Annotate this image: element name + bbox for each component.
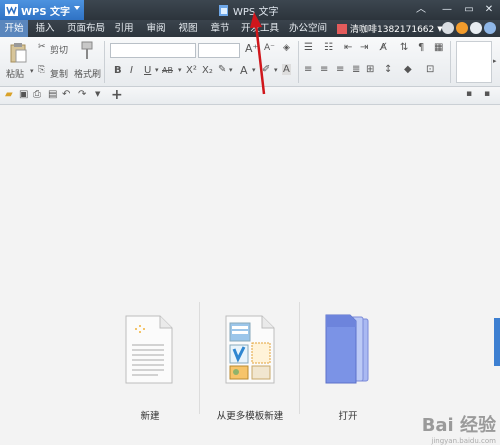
close-button[interactable]: ✕ bbox=[482, 3, 496, 17]
tab-page-layout[interactable]: 页面布局 bbox=[64, 20, 108, 37]
tab-start[interactable]: 开始 bbox=[0, 20, 28, 37]
underline-icon[interactable]: U bbox=[144, 65, 151, 76]
grow-font-icon[interactable]: A⁺ bbox=[245, 42, 258, 55]
format-painter-button[interactable]: 格式刷 bbox=[74, 67, 101, 80]
align-left-icon[interactable]: ≡ bbox=[304, 64, 312, 75]
style-gallery[interactable] bbox=[456, 41, 492, 83]
tab-references[interactable]: 引用 bbox=[110, 20, 138, 37]
table-border-icon[interactable]: ⊡ bbox=[426, 64, 434, 75]
template-label[interactable]: 从更多模板新建 bbox=[203, 408, 297, 422]
collapse-ribbon-icon[interactable]: ︿ bbox=[414, 3, 428, 17]
chinese-layout-icon[interactable]: A̸ bbox=[380, 42, 387, 53]
window-title: WPS 文字 bbox=[218, 0, 278, 20]
line-spacing-icon[interactable]: ↕ bbox=[384, 64, 392, 75]
bold-icon[interactable]: B bbox=[114, 65, 122, 76]
paste-icon[interactable] bbox=[10, 42, 28, 64]
open-folder-icon[interactable]: ▰ bbox=[5, 89, 13, 100]
increase-indent-icon[interactable]: ⇥ bbox=[360, 42, 368, 53]
app-menu-button[interactable]: WPS 文字 bbox=[0, 0, 84, 20]
minimize-button[interactable]: — bbox=[440, 3, 454, 17]
print-icon[interactable]: ⎙ bbox=[33, 89, 41, 100]
chevron-down-icon[interactable]: ▼ bbox=[95, 90, 100, 98]
decrease-indent-icon[interactable]: ⇤ bbox=[344, 42, 352, 53]
print-preview-icon[interactable]: ▤ bbox=[48, 89, 57, 100]
save-icon[interactable]: ▣ bbox=[19, 89, 28, 100]
chevron-down-icon[interactable]: ▾ bbox=[252, 66, 256, 74]
font-size-select[interactable] bbox=[198, 43, 240, 58]
avatar bbox=[337, 23, 347, 34]
italic-icon[interactable]: I bbox=[130, 65, 133, 76]
char-border-icon[interactable]: A bbox=[282, 64, 291, 75]
justify-icon[interactable]: ≣ bbox=[352, 64, 360, 75]
tab-section[interactable]: 章节 bbox=[206, 20, 234, 37]
bullet-list-icon[interactable]: ☰ bbox=[304, 42, 313, 53]
chevron-down-icon[interactable]: ▾ bbox=[155, 66, 159, 74]
redo-icon[interactable]: ↷ bbox=[78, 89, 86, 100]
borders-icon[interactable]: ▦ bbox=[434, 42, 443, 53]
subscript-icon[interactable]: X₂ bbox=[202, 65, 213, 76]
open-label[interactable]: 打开 bbox=[328, 408, 368, 422]
add-tab-icon[interactable]: + bbox=[111, 87, 123, 103]
superscript-icon[interactable]: X² bbox=[186, 65, 197, 76]
quick-access-toolbar: ▰ ▣ ⎙ ▤ ↶ ↷ ▼ + ▪ ▪ bbox=[0, 87, 500, 105]
font-color-icon[interactable]: A bbox=[240, 64, 248, 77]
distributed-icon[interactable]: ⊞ bbox=[366, 64, 374, 75]
close-tab-icon[interactable]: ▪ bbox=[484, 89, 490, 99]
tab-developer[interactable]: 开发工具 bbox=[238, 20, 282, 37]
template-document-icon[interactable] bbox=[224, 315, 276, 385]
numbered-list-icon[interactable]: ☷ bbox=[324, 42, 333, 53]
strikethrough-icon[interactable]: AB bbox=[162, 66, 173, 75]
undo-icon[interactable]: ↶ bbox=[62, 89, 70, 100]
clear-format-icon[interactable]: ◈ bbox=[283, 43, 290, 53]
list-tabs-icon[interactable]: ▪ bbox=[466, 89, 472, 99]
watermark-text: Bai 经验 bbox=[421, 415, 496, 436]
copy-icon[interactable]: ⎘ bbox=[38, 65, 45, 75]
format-painter-icon[interactable] bbox=[80, 41, 94, 61]
start-page bbox=[0, 105, 500, 445]
chevron-down-icon bbox=[74, 6, 80, 10]
window-title-text: WPS 文字 bbox=[233, 6, 279, 18]
sort-icon[interactable]: ⇅ bbox=[400, 42, 408, 53]
cut-button[interactable]: 剪切 bbox=[50, 43, 68, 56]
chevron-down-icon[interactable]: ▾ bbox=[30, 67, 34, 75]
app-name: WPS 文字 bbox=[21, 6, 71, 18]
cut-icon[interactable]: ✂ bbox=[38, 42, 46, 52]
tab-office-space[interactable]: 办公空间 bbox=[286, 20, 330, 37]
chevron-down-icon[interactable]: ▾ bbox=[229, 66, 233, 74]
watermark-url: jingyan.baidu.com bbox=[431, 437, 496, 445]
show-marks-icon[interactable]: ¶ bbox=[418, 42, 424, 53]
chevron-down-icon[interactable]: ▾ bbox=[274, 66, 278, 74]
maximize-button[interactable]: ▭ bbox=[462, 3, 476, 17]
paste-button[interactable]: 粘贴 bbox=[6, 67, 24, 80]
scrollbar-thumb[interactable] bbox=[494, 318, 500, 366]
new-document-icon[interactable] bbox=[124, 315, 174, 385]
tab-view[interactable]: 视图 bbox=[174, 20, 202, 37]
chevron-down-icon[interactable]: ▾ bbox=[178, 66, 182, 74]
user-account[interactable]: 清咖啡1382171662 ▼ bbox=[337, 20, 443, 37]
align-center-icon[interactable]: ≡ bbox=[320, 64, 328, 75]
open-folder-icon[interactable] bbox=[324, 313, 374, 385]
shrink-font-icon[interactable]: A⁻ bbox=[264, 43, 275, 53]
shading-icon[interactable]: ◆ bbox=[404, 64, 412, 75]
document-icon bbox=[219, 4, 228, 16]
settings-icon[interactable] bbox=[470, 22, 482, 34]
help-icon[interactable] bbox=[442, 22, 454, 34]
skin-icon[interactable] bbox=[456, 22, 468, 34]
highlight-icon[interactable]: ✐ bbox=[262, 64, 270, 75]
tab-review[interactable]: 审阅 bbox=[142, 20, 170, 37]
ribbon-toolbar: 粘贴 ▾ ✂ 剪切 ⎘ 复制 格式刷 A⁺ A⁻ ◈ B I U ▾ AB ▾ … bbox=[0, 37, 500, 87]
new-label[interactable]: 新建 bbox=[130, 408, 170, 422]
user-name: 清咖啡1382171662 bbox=[350, 25, 435, 35]
copy-button[interactable]: 复制 bbox=[50, 67, 68, 80]
watermark: Bai 经验 jingyan.baidu.com bbox=[422, 411, 496, 445]
wps-logo-icon bbox=[5, 4, 18, 16]
align-right-icon[interactable]: ≡ bbox=[336, 64, 344, 75]
chevron-right-icon[interactable]: ▸ bbox=[493, 57, 497, 65]
font-family-select[interactable] bbox=[110, 43, 196, 58]
text-effect-icon[interactable]: ✎ bbox=[218, 64, 226, 75]
cloud-icon[interactable] bbox=[484, 22, 496, 34]
tab-insert[interactable]: 插入 bbox=[30, 20, 60, 37]
